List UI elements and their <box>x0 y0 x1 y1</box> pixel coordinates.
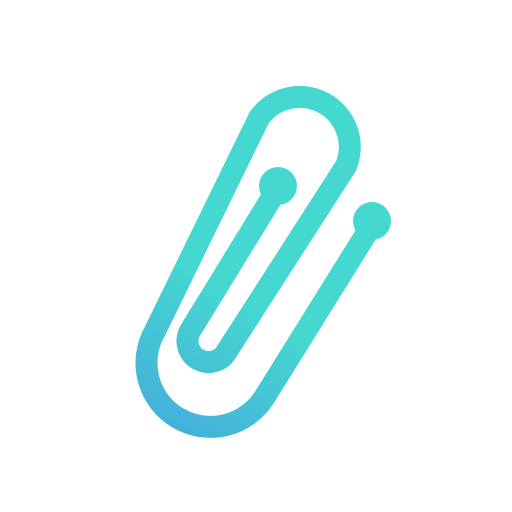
paperclip-inner-tip <box>259 167 297 205</box>
paperclip-outer-wire <box>135 85 384 438</box>
paperclip-icon <box>135 85 391 438</box>
paperclip-outer-tip <box>353 202 391 240</box>
app-icon-canvas <box>0 0 512 512</box>
